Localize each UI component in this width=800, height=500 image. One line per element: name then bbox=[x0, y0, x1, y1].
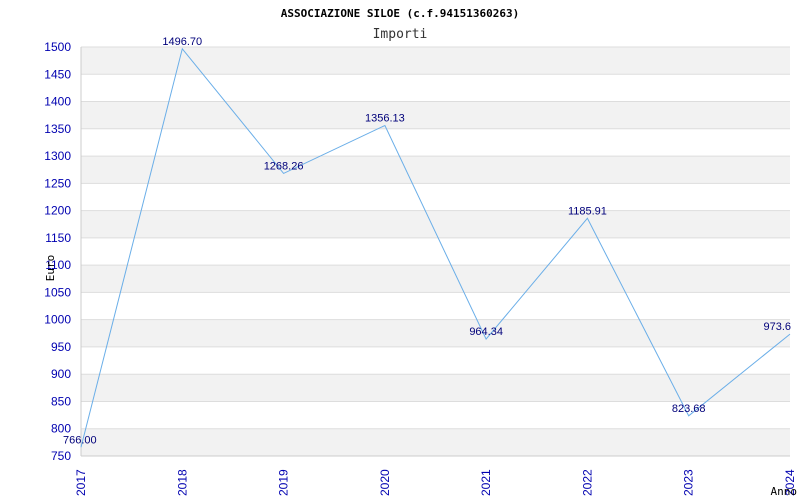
grid-band bbox=[81, 210, 790, 238]
y-tick-label: 1000 bbox=[44, 313, 71, 327]
y-tick-label: 1050 bbox=[44, 285, 71, 299]
data-label: 1268.26 bbox=[264, 160, 304, 172]
line-chart: 7508008509009501000105011001150120012501… bbox=[44, 7, 798, 498]
grid-band bbox=[81, 156, 790, 184]
x-tick-label: 2017 bbox=[74, 469, 88, 496]
x-tick-label: 2023 bbox=[682, 469, 696, 496]
y-tick-label: 1250 bbox=[44, 176, 71, 190]
x-tick-label: 2018 bbox=[175, 469, 189, 496]
x-tick-label: 2021 bbox=[479, 469, 493, 496]
grid-bands bbox=[81, 47, 790, 456]
chart-title: ASSOCIAZIONE SILOE (c.f.94151360263) bbox=[281, 7, 519, 20]
y-tick-label: 1150 bbox=[45, 231, 71, 245]
y-tick-labels: 7508008509009501000105011001150120012501… bbox=[44, 40, 71, 463]
y-tick-label: 850 bbox=[51, 394, 71, 408]
y-axis-label: Euro bbox=[44, 255, 57, 282]
x-tick-label: 2019 bbox=[277, 469, 291, 496]
data-label: 823.68 bbox=[672, 403, 706, 415]
y-tick-label: 1450 bbox=[44, 67, 71, 81]
grid-band bbox=[81, 47, 790, 75]
data-label: 766.00 bbox=[63, 434, 97, 446]
x-tick-labels: 2017 2018 2019 2020 2021 2022 2023 2024 bbox=[74, 469, 797, 496]
x-tick-label: 2022 bbox=[580, 469, 594, 496]
x-tick-label: 2020 bbox=[378, 469, 392, 496]
chart-subtitle: Importi bbox=[373, 27, 428, 42]
y-tick-label: 900 bbox=[51, 367, 71, 381]
data-label: 964.34 bbox=[469, 326, 503, 338]
data-label: 1356.13 bbox=[365, 112, 405, 124]
grid-band bbox=[81, 374, 790, 402]
grid-band bbox=[81, 428, 790, 456]
y-tick-label: 1350 bbox=[44, 122, 71, 136]
data-label: 973.6 bbox=[763, 321, 791, 333]
y-tick-label: 1400 bbox=[44, 95, 71, 109]
grid-band bbox=[81, 265, 790, 293]
data-label: 1185.91 bbox=[568, 205, 607, 217]
data-label: 1496.70 bbox=[162, 36, 202, 48]
y-tick-label: 1500 bbox=[44, 40, 71, 54]
y-tick-label: 750 bbox=[51, 449, 71, 463]
y-tick-label: 1200 bbox=[44, 204, 71, 218]
y-tick-label: 950 bbox=[51, 340, 71, 354]
grid-band bbox=[81, 101, 790, 129]
grid-band bbox=[81, 319, 790, 347]
y-tick-label: 1300 bbox=[44, 149, 71, 163]
x-axis-label: Anno bbox=[771, 485, 798, 498]
